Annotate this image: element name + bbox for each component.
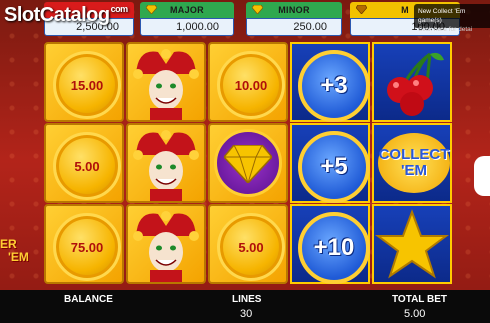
- jester-icon: [133, 49, 199, 120]
- collect-em-symbol: COLLECT 'EM: [372, 123, 452, 203]
- total-bet-label: TOTAL BET: [392, 294, 447, 305]
- hold-side-button[interactable]: HOLD: [474, 156, 490, 196]
- collect-em-badge: COLLECT 'EM: [378, 133, 450, 193]
- plus-spins-symbol: +5: [290, 123, 370, 203]
- coin-symbol: 5.00: [208, 204, 288, 284]
- plus-spins-symbol: +3: [290, 42, 370, 122]
- jackpot-major-header: MAJOR: [140, 2, 234, 18]
- coin-symbol: 75.00: [44, 204, 124, 284]
- total-bet-value: 5.00: [404, 308, 426, 320]
- balance-label: BALANCE: [64, 294, 113, 305]
- star-symbol: [372, 204, 452, 284]
- cherry-icon: [387, 52, 444, 116]
- site-logo: SlotCatalogcom: [4, 4, 128, 26]
- notification-title: New Collect 'Em game(s): [418, 8, 466, 24]
- jester-symbol: [126, 123, 206, 203]
- coin-symbol: 15.00: [44, 42, 124, 122]
- jester-icon: [133, 211, 199, 282]
- diamond-icon: [146, 5, 157, 14]
- diamond-icon: [356, 5, 367, 14]
- jackpot-major: MAJOR 1,000.00: [140, 2, 234, 38]
- jackpot-minor: MINOR 250.00: [246, 2, 342, 38]
- jackpot-major-value: 1,000.00: [140, 18, 234, 36]
- lines-value: 30: [240, 308, 253, 320]
- diamond-icon: [224, 145, 272, 183]
- coin-symbol: 10.00: [208, 42, 288, 122]
- plus-spins-symbol: +10: [290, 204, 370, 284]
- jackpot-minor-value: 250.00: [246, 18, 342, 36]
- jester-symbol: [126, 42, 206, 122]
- bottom-bar: BALANCE LINES 30 TOTAL BET 5.00: [0, 290, 490, 323]
- jester-icon: [133, 130, 199, 201]
- diamond-symbol: [208, 123, 288, 203]
- lines-label: LINES: [232, 294, 262, 305]
- diamond-icon: [252, 5, 263, 14]
- cherry-symbol: [372, 42, 452, 122]
- jester-symbol: [126, 204, 206, 284]
- coin-symbol: 5.00: [44, 123, 124, 203]
- reel-grid[interactable]: 15.00 5.00 75.00 10.00 5.00 +3 +5 +10 CO…: [44, 40, 454, 286]
- new-games-notification[interactable]: New Collect 'Em game(s) Click here for d…: [414, 4, 490, 33]
- notification-link: Click here for detai: [418, 26, 473, 33]
- jackpot-minor-header: MINOR: [246, 2, 342, 18]
- game-title-logo: ER 'EM: [0, 237, 29, 264]
- star-icon: [375, 209, 449, 279]
